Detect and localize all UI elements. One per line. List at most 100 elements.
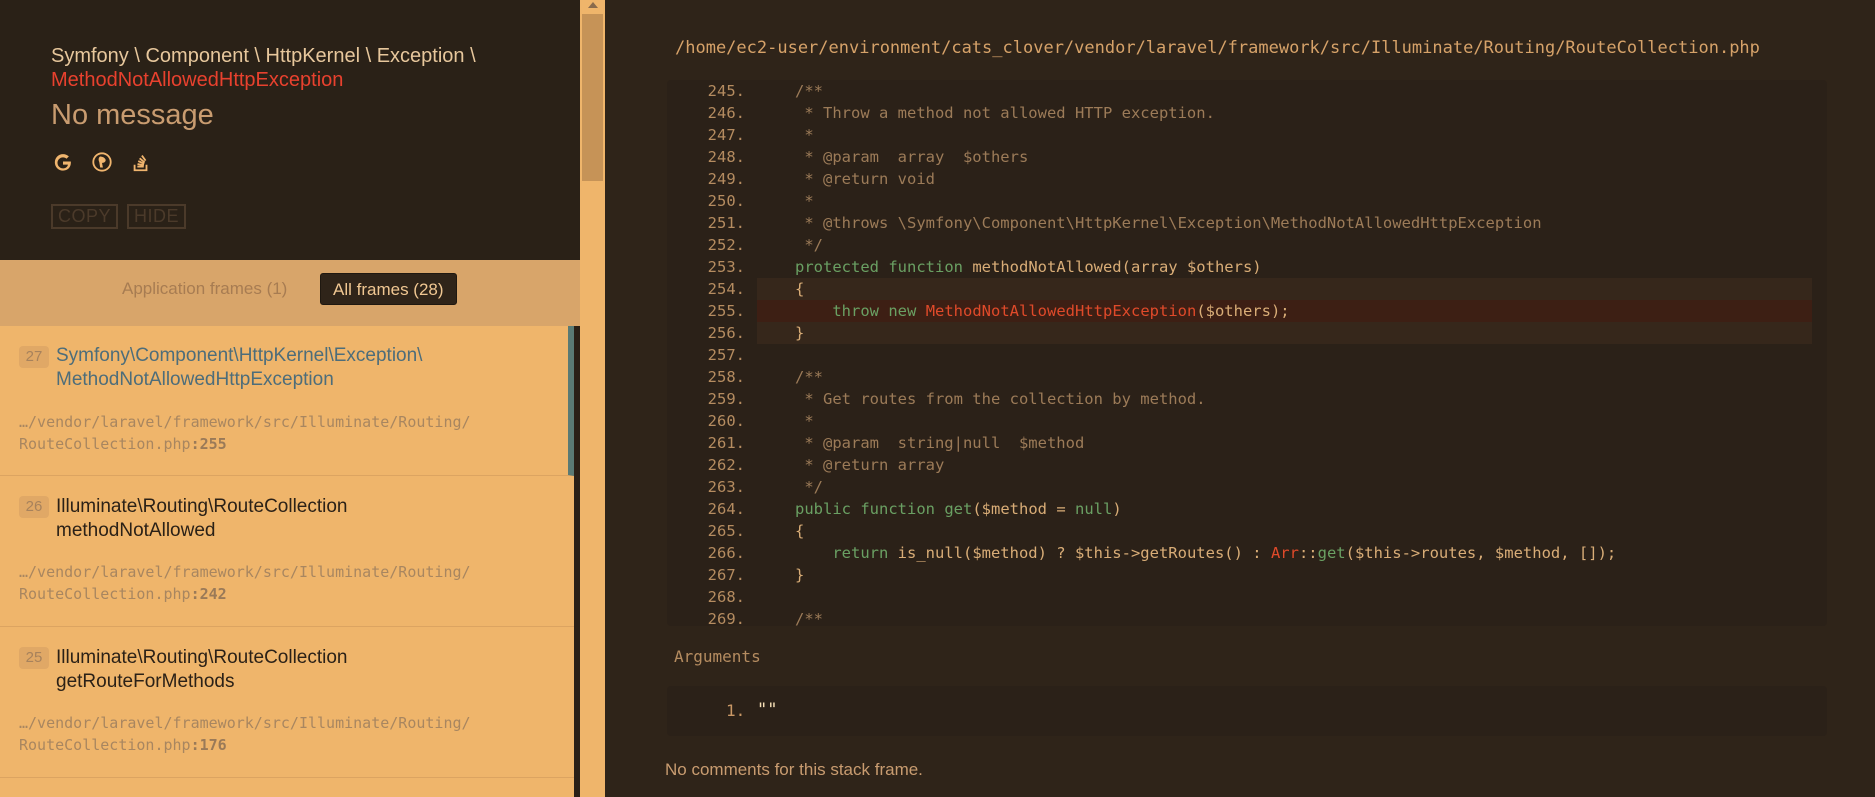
frame-number: 26 [19, 496, 49, 518]
frame-item[interactable]: 26 Illuminate\Routing\RouteCollection me… [0, 476, 574, 627]
line-number: 256. [707, 324, 745, 342]
frame-line: :255 [190, 435, 227, 453]
keyword: new [888, 302, 917, 320]
line-number: 254. [707, 280, 745, 298]
line-number: 247. [707, 126, 745, 144]
line-number: 250. [707, 192, 745, 210]
code-line: 259. * Get routes from the collection by… [667, 388, 1827, 410]
argument-number: 1. [726, 701, 746, 720]
line-number: 258. [707, 368, 745, 386]
stackoverflow-search-icon[interactable] [129, 150, 153, 174]
frame-number: 27 [19, 346, 49, 368]
frame-class-name: Illuminate\Routing\RouteCollection [56, 647, 348, 668]
code-line: 249. * @return void [667, 168, 1827, 190]
line-number: 255. [707, 302, 745, 320]
exception-namespace: Symfony \ Component \ HttpKernel \ Excep… [51, 45, 476, 67]
keyword: return [832, 544, 889, 562]
line-number: 265. [707, 522, 745, 540]
code-line: 262. * @return array [667, 454, 1827, 476]
code-text: * @throws \Symfony\Component\HttpKernel\… [795, 214, 1542, 232]
code-line: 252. */ [667, 234, 1827, 256]
code-text: * [795, 126, 814, 144]
duckduckgo-search-icon[interactable] [90, 150, 114, 174]
arguments-block: 1. "" [667, 686, 1827, 736]
frame-method: methodNotAllowed [56, 520, 216, 541]
code-text: { [795, 522, 805, 540]
code-line: 256.} [708, 322, 1812, 344]
line-number: 249. [707, 170, 745, 188]
line-number: 266. [707, 544, 745, 562]
keyword: function [860, 500, 935, 518]
code-text: /** [795, 82, 823, 100]
code-block: 245. /** 246. * Throw a method not allowe… [667, 80, 1827, 626]
code-text: :: [1298, 544, 1318, 562]
code-text: * @param string|null $method [795, 434, 1085, 452]
code-line: 261. * @param string|null $method [667, 432, 1827, 454]
code-text: */ [795, 236, 823, 254]
code-line: 253. protected function methodNotAllowed(… [667, 256, 1827, 278]
frames-scrollbar[interactable] [580, 0, 605, 797]
frame-file-path-title[interactable]: /home/ec2-user/environment/cats_clover/v… [675, 38, 1760, 58]
application-frames-tab[interactable]: Application frames (1) [122, 273, 287, 305]
hide-button[interactable]: HIDE [127, 204, 187, 229]
code-line: 246. * Throw a method not allowed HTTP e… [667, 102, 1827, 124]
line-number: 267. [707, 566, 745, 584]
function-name: get [1317, 544, 1346, 562]
function-name: get [944, 500, 973, 518]
line-number: 263. [707, 478, 745, 496]
code-line: 250. * [667, 190, 1827, 212]
code-text: * @return array [795, 456, 945, 474]
frame-item[interactable]: 27 Symfony\Component\HttpKernel\Exceptio… [0, 326, 574, 476]
frames-list: 27 Symfony\Component\HttpKernel\Exceptio… [0, 326, 574, 797]
frame-class: Symfony\Component\HttpKernel\Exception\ … [56, 344, 556, 392]
line-number: 259. [707, 390, 745, 408]
line-number: 268. [707, 588, 745, 606]
code-line: 268. [667, 586, 1827, 608]
argument-value: "" [757, 700, 778, 720]
frame-class: Illuminate\Routing\RouteCollection metho… [56, 495, 556, 543]
line-number: 251. [707, 214, 745, 232]
details-panel: /home/ec2-user/environment/cats_clover/v… [605, 0, 1875, 797]
line-number: 260. [707, 412, 745, 430]
code-text: ) [1112, 500, 1122, 518]
exception-header: Symfony \ Component \ HttpKernel \ Excep… [0, 0, 580, 260]
scrollbar-thumb[interactable] [582, 14, 603, 181]
all-frames-tab[interactable]: All frames (28) [320, 273, 457, 305]
code-line: 265. { [667, 520, 1827, 542]
scroll-up-icon[interactable] [588, 2, 598, 8]
frame-number: 25 [19, 647, 49, 669]
frame-file: …/vendor/laravel/framework/src/Illuminat… [19, 561, 539, 605]
line-number: 245. [707, 82, 745, 100]
code-text: * [795, 412, 814, 430]
frame-file-name: RouteCollection.php [19, 435, 191, 453]
line-number: 252. [707, 236, 745, 254]
code-line: 260. * [667, 410, 1827, 432]
frame-item[interactable]: 25 Illuminate\Routing\RouteCollection ge… [0, 627, 574, 778]
frame-method: getRouteForMethods [56, 671, 235, 692]
exception-class: MethodNotAllowedHttpException [51, 69, 344, 91]
frame-filter-bar [0, 260, 580, 326]
code-line: 257. [667, 344, 1827, 366]
frame-file-name: RouteCollection.php [19, 585, 191, 603]
frame-line: :242 [190, 585, 227, 603]
code-text: /** [795, 610, 823, 626]
frame-file-path: …/vendor/laravel/framework/src/Illuminat… [19, 413, 471, 431]
code-text: } [795, 324, 805, 342]
class-name: MethodNotAllowedHttpException [925, 302, 1197, 320]
code-text: * [795, 192, 814, 210]
exception-title: Symfony \ Component \ HttpKernel \ Excep… [51, 44, 571, 92]
exception-message: No message [51, 99, 214, 131]
line-number: 253. [707, 258, 745, 276]
frame-class-name: Symfony\Component\HttpKernel\Exception\ [56, 345, 423, 366]
frame-file-path: …/vendor/laravel/framework/src/Illuminat… [19, 714, 471, 732]
code-text: * @return void [795, 170, 935, 188]
frame-line: :176 [190, 736, 227, 754]
code-line: 267.} [667, 564, 1827, 586]
frame-file: …/vendor/laravel/framework/src/Illuminat… [19, 712, 539, 756]
frame-file-path: …/vendor/laravel/framework/src/Illuminat… [19, 563, 471, 581]
google-search-icon[interactable] [51, 150, 75, 174]
code-line: 248. * @param array $others [667, 146, 1827, 168]
frame-file: …/vendor/laravel/framework/src/Illuminat… [19, 411, 539, 455]
copy-button[interactable]: COPY [51, 204, 119, 229]
code-line: 263. */ [667, 476, 1827, 498]
